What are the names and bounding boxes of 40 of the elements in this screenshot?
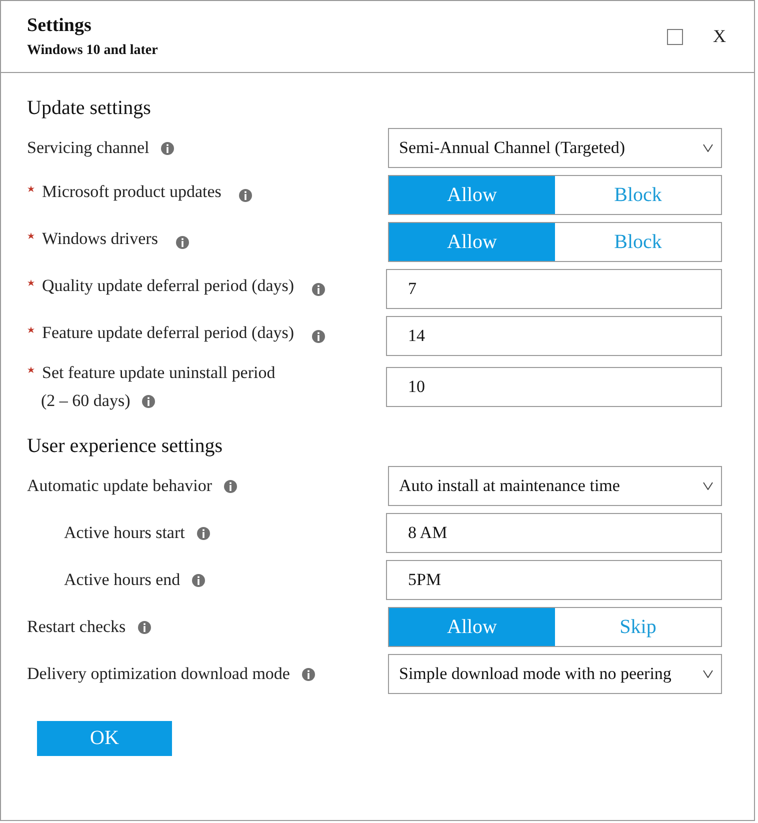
close-button[interactable]: X bbox=[713, 26, 726, 47]
info-icon bbox=[312, 282, 326, 296]
chevron-down-icon bbox=[703, 482, 713, 490]
field-label: Delivery optimization download mode bbox=[27, 664, 290, 684]
input-field[interactable]: 14 bbox=[386, 316, 722, 356]
maximize-button[interactable] bbox=[667, 28, 683, 44]
field-note: (2 – 60 days) bbox=[41, 391, 130, 411]
dropdown[interactable]: Simple download mode with no peering bbox=[388, 654, 722, 694]
dropdown[interactable]: Semi-Annual Channel (Targeted) bbox=[388, 128, 722, 168]
info-icon bbox=[302, 668, 315, 680]
field-label: Microsoft product updates bbox=[27, 182, 222, 202]
input-field[interactable]: 7 bbox=[386, 269, 722, 309]
info-icon bbox=[312, 330, 326, 342]
field-label: Set feature update uninstall period bbox=[27, 363, 276, 383]
info-icon bbox=[239, 188, 252, 202]
field-label: Active hours start bbox=[63, 523, 185, 543]
window-title: Settings bbox=[27, 14, 92, 36]
info-icon bbox=[224, 480, 238, 492]
section-heading: Update settings bbox=[27, 97, 152, 120]
input-field[interactable]: 8 AM bbox=[386, 513, 722, 553]
input-field[interactable]: 5PM bbox=[386, 560, 722, 600]
field-label: Servicing channel bbox=[27, 138, 150, 158]
field-label: Restart checks bbox=[27, 617, 126, 637]
section-heading: User experience settings bbox=[27, 435, 224, 458]
info-icon bbox=[161, 142, 174, 154]
field-label: Active hours end bbox=[63, 570, 180, 590]
info-icon bbox=[138, 620, 151, 634]
window-subtitle: Windows 10 and later bbox=[27, 42, 158, 58]
field-label: Automatic update behavior bbox=[27, 476, 212, 496]
info-icon bbox=[196, 526, 210, 540]
info-icon bbox=[142, 394, 156, 408]
field-label: Quality update deferral period (days) bbox=[27, 276, 294, 296]
info-icon bbox=[176, 236, 189, 248]
maximize-icon bbox=[667, 28, 683, 44]
chevron-down-icon bbox=[703, 670, 713, 678]
info-icon bbox=[192, 574, 206, 586]
dropdown[interactable]: Auto install at maintenance time bbox=[388, 466, 722, 506]
field-label: Feature update deferral period (days) bbox=[27, 323, 294, 343]
input-field[interactable]: 10 bbox=[386, 367, 722, 407]
chevron-down-icon bbox=[703, 144, 713, 152]
